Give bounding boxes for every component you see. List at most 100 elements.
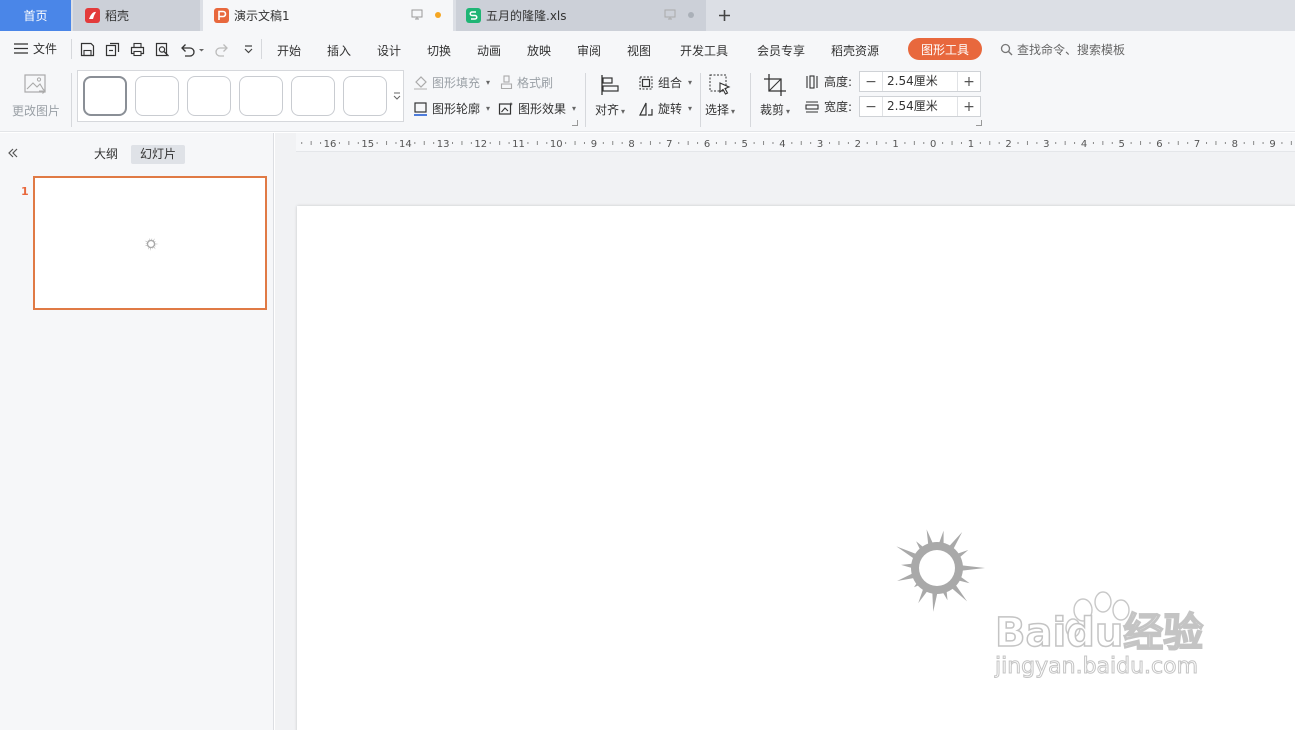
- redo-button[interactable]: [214, 41, 231, 58]
- brush-icon: [500, 75, 513, 90]
- ruler-label: 4: [779, 139, 785, 150]
- ruler-label: 5: [1119, 139, 1125, 150]
- chevron-down-icon: [244, 45, 253, 54]
- tab-spreadsheet[interactable]: 五月的隆隆.xls: [456, 0, 706, 31]
- sun-shape[interactable]: [887, 522, 987, 614]
- ruler-label: 14: [399, 139, 412, 150]
- print-button[interactable]: [129, 41, 146, 58]
- menu-animations[interactable]: 动画: [477, 42, 501, 59]
- tab-outline[interactable]: 大纲: [85, 145, 127, 164]
- undo-button[interactable]: [179, 41, 205, 58]
- height-label: 高度:: [824, 75, 853, 89]
- ruler-label: 6: [704, 139, 710, 150]
- width-increase-button[interactable]: +: [958, 97, 980, 116]
- size-expand-icon[interactable]: [976, 120, 982, 126]
- monitor-icon[interactable]: [411, 9, 423, 20]
- format-painter-button[interactable]: 格式刷: [500, 74, 553, 91]
- ruler-label: 9: [591, 139, 597, 150]
- sun-shape-thumbnail: [144, 237, 159, 252]
- crop-button[interactable]: 裁剪 ▾: [760, 73, 790, 118]
- crop-icon: [764, 74, 787, 96]
- ruler-label: 9: [1269, 139, 1275, 150]
- ruler-label: 2: [855, 139, 861, 150]
- height-input[interactable]: 2.54厘米: [882, 72, 958, 91]
- customize-toolbar-button[interactable]: [240, 41, 257, 58]
- divider: [585, 73, 586, 127]
- presentation-app-icon: [214, 8, 229, 23]
- menu-developer[interactable]: 开发工具: [680, 42, 728, 59]
- height-decrease-button[interactable]: −: [860, 72, 882, 91]
- daoke-icon: [85, 8, 100, 23]
- rotate-icon: [639, 102, 653, 116]
- slide-panel: 大纲 幻灯片 1: [0, 133, 274, 730]
- ruler-label: 8: [1232, 139, 1238, 150]
- ruler-label: 11: [512, 139, 525, 150]
- print-preview-button[interactable]: [154, 41, 171, 58]
- group-button[interactable]: 组合 ▾: [638, 74, 692, 91]
- ruler-label: 2: [1005, 139, 1011, 150]
- menu-review[interactable]: 审阅: [577, 42, 601, 59]
- shape-style-swatch[interactable]: [291, 76, 335, 116]
- new-tab-button[interactable]: [714, 5, 734, 25]
- selection-cursor-icon: [709, 74, 731, 95]
- slide-thumbnail[interactable]: [33, 176, 267, 310]
- select-label: 选择: [705, 103, 730, 117]
- tab-home[interactable]: 首页: [0, 0, 71, 31]
- tab-presentation[interactable]: 演示文稿1: [203, 0, 453, 31]
- shape-style-swatch[interactable]: [343, 76, 387, 116]
- tab-spreadsheet-label: 五月的隆隆.xls: [486, 9, 567, 23]
- shape-effects-button[interactable]: 图形效果 ▾: [498, 100, 576, 117]
- rotate-label: 旋转: [658, 102, 683, 116]
- ruler-label: 5: [742, 139, 748, 150]
- height-increase-button[interactable]: +: [958, 72, 980, 91]
- menu-view[interactable]: 视图: [627, 42, 651, 59]
- close-dot-icon[interactable]: [688, 11, 694, 18]
- menu-slideshow[interactable]: 放映: [527, 42, 551, 59]
- tab-daoke[interactable]: 稻壳: [73, 0, 200, 31]
- collapse-panel-icon[interactable]: [6, 146, 20, 160]
- monitor-icon[interactable]: [664, 9, 676, 20]
- watermark-url: jingyan.baidu.com: [994, 654, 1198, 678]
- command-search[interactable]: 查找命令、搜索模板: [1000, 41, 1125, 58]
- export-button[interactable]: [104, 41, 121, 58]
- ruler-label: 7: [1194, 139, 1200, 150]
- command-search-label: 查找命令、搜索模板: [1017, 43, 1126, 57]
- menu-insert[interactable]: 插入: [327, 42, 351, 59]
- save-button[interactable]: [79, 41, 96, 58]
- ruler-label: 7: [666, 139, 672, 150]
- plus-icon: [718, 9, 730, 21]
- tab-home-label: 首页: [23, 9, 48, 23]
- width-decrease-button[interactable]: −: [860, 97, 882, 116]
- shape-style-swatch[interactable]: [239, 76, 283, 116]
- menu-home[interactable]: 开始: [277, 42, 301, 59]
- select-button[interactable]: 选择 ▾: [705, 73, 735, 118]
- menu-shape-tools[interactable]: 图形工具: [908, 38, 982, 60]
- rotate-button[interactable]: 旋转 ▾: [638, 100, 692, 117]
- ruler-label: 13: [437, 139, 450, 150]
- gallery-more-button[interactable]: [391, 71, 403, 121]
- width-label: 宽度:: [824, 100, 853, 114]
- ruler-label: 4: [1081, 139, 1087, 150]
- change-picture-button[interactable]: 更改图片: [12, 73, 60, 119]
- shape-style-swatch[interactable]: [187, 76, 231, 116]
- sun-hole: [919, 550, 955, 586]
- shape-style-swatch[interactable]: [83, 76, 127, 116]
- group-expand-icon[interactable]: [572, 120, 578, 126]
- tab-slides[interactable]: 幻灯片: [131, 145, 186, 164]
- menu-design[interactable]: 设计: [377, 42, 401, 59]
- menu-transitions[interactable]: 切换: [427, 42, 451, 59]
- shape-fill-label: 图形填充: [432, 76, 481, 90]
- width-input[interactable]: 2.54厘米: [882, 97, 958, 116]
- shape-fill-button[interactable]: 图形填充 ▾: [413, 74, 490, 91]
- shape-style-swatch[interactable]: [135, 76, 179, 116]
- align-button[interactable]: 对齐 ▾: [595, 73, 625, 118]
- fill-bucket-icon: [414, 76, 427, 90]
- change-picture-label: 更改图片: [12, 104, 61, 118]
- height-icon: [806, 74, 818, 89]
- slide-number: 1: [21, 185, 29, 198]
- shape-outline-button[interactable]: 图形轮廓 ▾: [413, 100, 490, 117]
- file-menu[interactable]: 文件: [14, 40, 57, 57]
- menu-member[interactable]: 会员专享: [757, 42, 805, 59]
- menu-daoke-resources[interactable]: 稻壳资源: [831, 42, 879, 59]
- baidu-watermark: Baidu经验 jingyan.baidu.com: [994, 591, 1204, 678]
